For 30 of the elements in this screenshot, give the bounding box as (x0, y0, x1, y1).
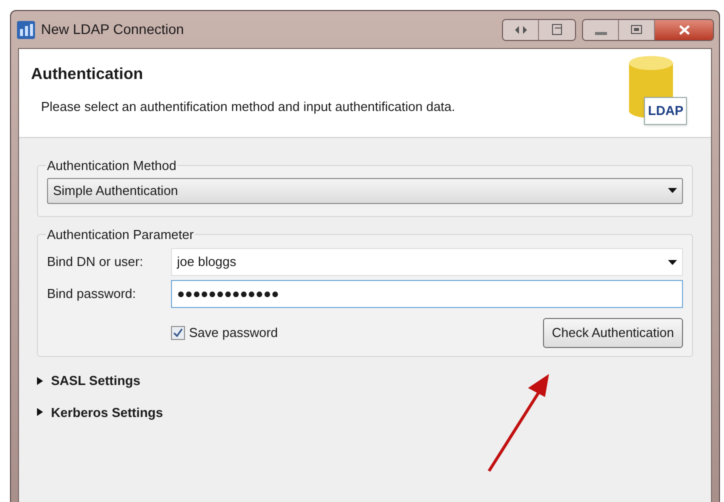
group-label: Authentication Parameter (46, 226, 195, 244)
code-icon (514, 26, 526, 34)
dropdown-arrow-icon (668, 260, 677, 264)
minimize-icon (594, 32, 606, 34)
check-icon (173, 328, 183, 338)
field-label: Bind DN or user: (47, 253, 144, 272)
section-toggle[interactable]: Kerberos Settings (37, 402, 693, 422)
maximize-icon (631, 25, 642, 34)
password-field[interactable]: ●●●●●●●●●●●●● (171, 280, 683, 308)
close-button[interactable] (655, 20, 713, 40)
group-label: Authentication Method (46, 157, 178, 175)
user-combo-field[interactable]: joe bloggs (171, 248, 683, 276)
toggle-view-button[interactable] (503, 20, 539, 40)
section-toggle[interactable]: SASL Settings (37, 371, 693, 390)
close-icon (678, 24, 690, 34)
maximize-button[interactable] (619, 20, 655, 40)
document-icon (552, 24, 562, 35)
page-description: Please select an authentification method and input authentification data. (41, 98, 456, 116)
save-password-checkbox[interactable]: Save password (171, 323, 278, 343)
dropdown-arrow-icon (668, 188, 677, 193)
restore-pane-button[interactable] (539, 20, 575, 40)
page-title: Authentication (31, 65, 144, 85)
app-icon (17, 20, 35, 38)
window-title: New LDAP Connection (41, 20, 184, 39)
minimize-button[interactable] (583, 20, 619, 40)
method-dropdown[interactable]: Simple Authentication (47, 178, 683, 204)
field-label: Bind password: (47, 285, 137, 304)
expand-arrow-icon (37, 408, 43, 416)
check-authentication-button[interactable]: Check Authentication (542, 318, 683, 348)
expand-arrow-icon (37, 376, 43, 385)
